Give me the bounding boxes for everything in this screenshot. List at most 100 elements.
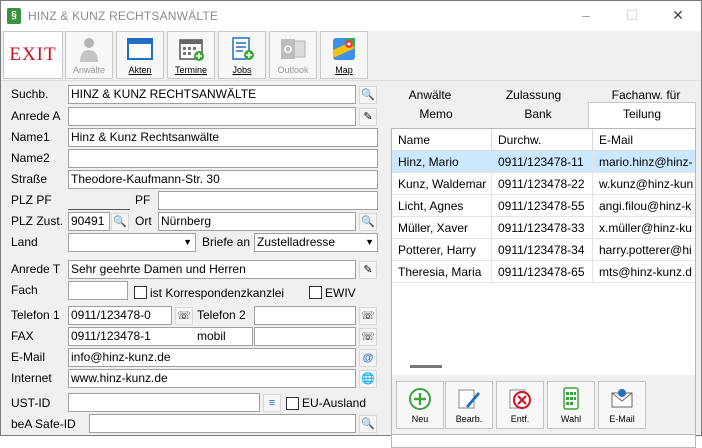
briefe-an-select[interactable]: Zustelladresse ▼ <box>254 233 378 252</box>
folder-window-icon <box>127 38 153 60</box>
delete-icon <box>509 389 531 409</box>
termine-label: Termine <box>174 65 207 75</box>
toolbar: EXIT Anwälte Akten Termine Jobs O Outloo… <box>1 31 701 81</box>
cell-durchw: 0911/123478-11 <box>492 151 593 173</box>
korrespondenz-checkbox[interactable] <box>134 286 147 299</box>
map-icon <box>333 38 355 60</box>
anrede-lookup-icon[interactable]: ✎ <box>359 261 377 279</box>
phone-dial-icon[interactable]: ☏ <box>359 307 377 325</box>
telefon1-field[interactable]: 0911/123478-0 <box>68 306 172 325</box>
ewiv-checkbox[interactable] <box>309 286 322 299</box>
pf-field[interactable] <box>158 191 378 210</box>
column-header-durchw[interactable]: Durchw. <box>492 129 593 151</box>
outlook-button[interactable]: O Outlook <box>269 31 317 79</box>
table-row[interactable]: Kunz, Waldemar 0911/123478-22 w.kunz@hin… <box>392 173 695 195</box>
eu-ausland-checkbox[interactable] <box>286 397 299 410</box>
jobs-button[interactable]: Jobs <box>218 31 266 79</box>
search-icon[interactable]: 🔍 <box>359 86 377 104</box>
cell-name: Potterer, Harry <box>392 239 492 261</box>
name1-field[interactable]: Hinz & Kunz Rechtsanwälte <box>68 128 378 147</box>
plz-zust-field[interactable]: 90491 <box>68 212 110 231</box>
ort-field[interactable]: Nürnberg <box>158 212 356 231</box>
at-email-icon[interactable]: @ <box>359 349 377 367</box>
bea-field[interactable] <box>89 414 356 433</box>
ust-id-field[interactable] <box>68 393 260 412</box>
dial-keypad-icon <box>563 387 579 410</box>
plz-search-icon[interactable]: 🔍 <box>111 213 129 231</box>
table-row[interactable]: Potterer, Harry 0911/123478-34 harry.pot… <box>392 239 695 261</box>
plz-pf-label: PLZ PF <box>11 193 52 207</box>
bea-search-icon[interactable]: 🔍 <box>359 415 377 433</box>
akten-button[interactable]: Akten <box>116 31 164 79</box>
briefe-an-label: Briefe an <box>202 235 251 249</box>
wahl-button[interactable]: Wahl <box>547 381 595 429</box>
table-row[interactable]: Müller, Xaver 0911/123478-33 x.müller@hi… <box>392 217 695 239</box>
telefon2-field[interactable] <box>254 306 356 325</box>
column-header-name[interactable]: Name <box>392 129 492 151</box>
anrede-a-label: Anrede A <box>11 109 61 123</box>
phone-dial-icon[interactable]: ☏ <box>359 328 377 346</box>
email-send-label: E-Mail <box>609 414 635 424</box>
map-button[interactable]: Map <box>320 31 368 79</box>
globe-icon[interactable]: 🌐 <box>359 370 377 388</box>
fach-label: Fach <box>11 283 38 297</box>
column-header-email[interactable]: E-Mail <box>593 129 695 151</box>
email-send-button[interactable]: E-Mail <box>598 381 646 429</box>
table-row[interactable]: Hinz, Mario 0911/123478-11 mario.hinz@hi… <box>392 151 695 173</box>
add-icon <box>409 388 431 410</box>
minimize-button[interactable]: – <box>563 1 609 31</box>
window-title: HINZ & KUNZ RECHTSANWÄLTE <box>28 9 219 23</box>
bearb-button[interactable]: Bearb. <box>445 381 493 429</box>
tab-anwaelte[interactable]: Anwälte <box>386 85 474 105</box>
bearb-label: Bearb. <box>455 414 483 424</box>
horizontal-scrollbar[interactable] <box>410 365 442 368</box>
ort-search-icon[interactable]: 🔍 <box>359 213 377 231</box>
cell-name: Kunz, Waldemar <box>392 173 492 195</box>
edit-pencil-icon <box>458 389 480 409</box>
cell-name: Licht, Agnes <box>392 195 492 217</box>
map-label: Map <box>335 65 353 75</box>
calendar-icon <box>179 39 204 61</box>
anwaelte-button[interactable]: Anwälte <box>65 31 113 79</box>
cell-email: x.müller@hinz-ku <box>593 217 695 239</box>
exit-button[interactable]: EXIT <box>3 31 63 79</box>
termine-button[interactable]: Termine <box>167 31 215 79</box>
vat-check-icon[interactable]: ≡ <box>263 394 281 412</box>
land-select[interactable]: ▼ <box>68 233 196 252</box>
lookup-icon[interactable]: ✎ <box>359 108 377 126</box>
anrede-a-field[interactable] <box>68 107 356 126</box>
title-bar: § HINZ & KUNZ RECHTSANWÄLTE – ☐ ✕ <box>1 1 701 31</box>
tab-bank[interactable]: Bank <box>488 104 588 124</box>
name2-field[interactable] <box>68 149 378 168</box>
entf-button[interactable]: Entf. <box>496 381 544 429</box>
chevron-down-icon: ▼ <box>365 237 374 247</box>
fach-field[interactable] <box>68 281 128 300</box>
tab-memo[interactable]: Memo <box>386 104 486 124</box>
table-row[interactable]: Theresia, Maria 0911/123478-65 mts@hinz-… <box>392 261 695 283</box>
name2-label: Name2 <box>11 151 50 165</box>
mobil-field[interactable] <box>254 327 356 346</box>
anrede-t-label: Anrede T <box>11 262 61 276</box>
tab-teilung[interactable]: Teilung <box>588 102 696 128</box>
neu-label: Neu <box>411 414 429 424</box>
suchb-field[interactable]: HINZ & KUNZ RECHTSANWÄLTE <box>68 85 356 104</box>
cell-name: Hinz, Mario <box>392 151 492 173</box>
wahl-label: Wahl <box>560 414 582 424</box>
strasse-field[interactable]: Theodore-Kaufmann-Str. 30 <box>68 170 378 189</box>
plz-pf-field[interactable] <box>68 191 130 210</box>
eu-ausland-label: EU-Ausland <box>302 396 367 410</box>
tab-zulassung[interactable]: Zulassung <box>486 85 581 105</box>
cell-email: mts@hinz-kunz.d <box>593 261 695 283</box>
anrede-t-field[interactable]: Sehr geehrte Damen und Herren <box>68 260 356 279</box>
cell-durchw: 0911/123478-34 <box>492 239 593 261</box>
maximize-button[interactable]: ☐ <box>609 1 655 31</box>
cell-durchw: 0911/123478-55 <box>492 195 593 217</box>
jobs-label: Jobs <box>232 65 252 75</box>
table-row[interactable]: Licht, Agnes 0911/123478-55 angi.filou@h… <box>392 195 695 217</box>
email-field[interactable]: info@hinz-kunz.de <box>68 348 356 367</box>
neu-button[interactable]: Neu <box>396 381 444 429</box>
phone-dial-icon[interactable]: ☏ <box>175 307 193 325</box>
lawyer-person-icon <box>80 38 98 62</box>
close-button[interactable]: ✕ <box>655 1 701 31</box>
internet-field[interactable]: www.hinz-kunz.de <box>68 369 356 388</box>
